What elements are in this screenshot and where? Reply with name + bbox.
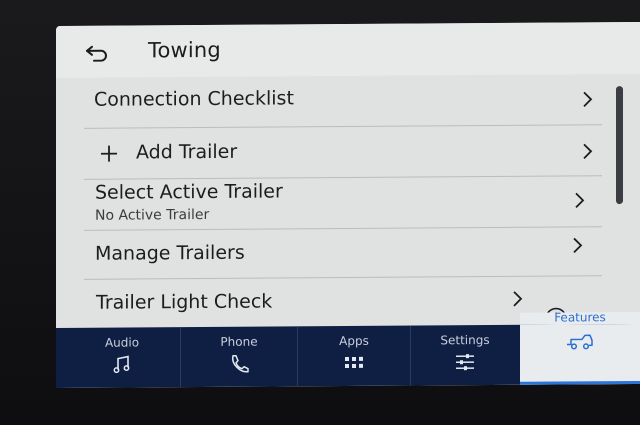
bottom-tab-bar: Audio Phone Apps Settings Features [56,310,640,389]
chevron-right-icon [575,192,585,209]
towing-menu-list: Connection Checklist Add Trailer Select … [56,73,640,330]
back-button[interactable] [80,38,114,68]
chevron-right-icon [583,91,593,107]
list-item-add-trailer[interactable]: Add Trailer [84,125,602,180]
tab-label: Settings [440,333,490,348]
chevron-right-icon [583,143,593,159]
list-item-label: Connection Checklist [94,87,294,111]
tab-phone[interactable]: Phone [181,326,298,388]
apps-grid-icon [345,356,363,369]
tab-label: Features [554,310,606,325]
tab-label: Apps [339,333,369,349]
plus-icon [101,145,117,162]
tab-features[interactable]: Features [520,310,640,385]
tab-label: Audio [104,335,140,350]
list-item-label: Manage Trailers [95,241,245,265]
tab-apps[interactable]: Apps [298,325,411,387]
scrollbar-thumb[interactable] [616,86,623,205]
chevron-right-icon [573,237,583,254]
header-bar: Towing [56,21,640,79]
chevron-right-icon [513,291,523,307]
back-arrow-icon [86,45,107,62]
sliders-icon [456,354,474,371]
active-trailer-status: No Active Trailer [95,206,210,224]
tab-settings[interactable]: Settings [411,325,519,386]
list-item-connection-checklist[interactable]: Connection Checklist [84,74,602,129]
touchscreen: Towing Connection Checklist Add Trailer … [56,21,640,389]
list-item-select-active-trailer[interactable]: Select Active Trailer No Active Trailer [84,176,602,231]
music-note-icon [113,355,130,374]
tab-audio[interactable]: Audio [64,327,181,388]
page-title: Towing [148,37,221,63]
list-item-manage-trailers[interactable]: Manage Trailers [84,227,602,280]
tab-label: Phone [220,334,258,349]
phone-icon [231,355,249,373]
truck-icon [567,334,593,350]
list-item-label: Select Active Trailer [95,180,283,204]
list-item-label: Add Trailer [136,140,238,164]
list-item-label: Trailer Light Check [96,290,273,314]
